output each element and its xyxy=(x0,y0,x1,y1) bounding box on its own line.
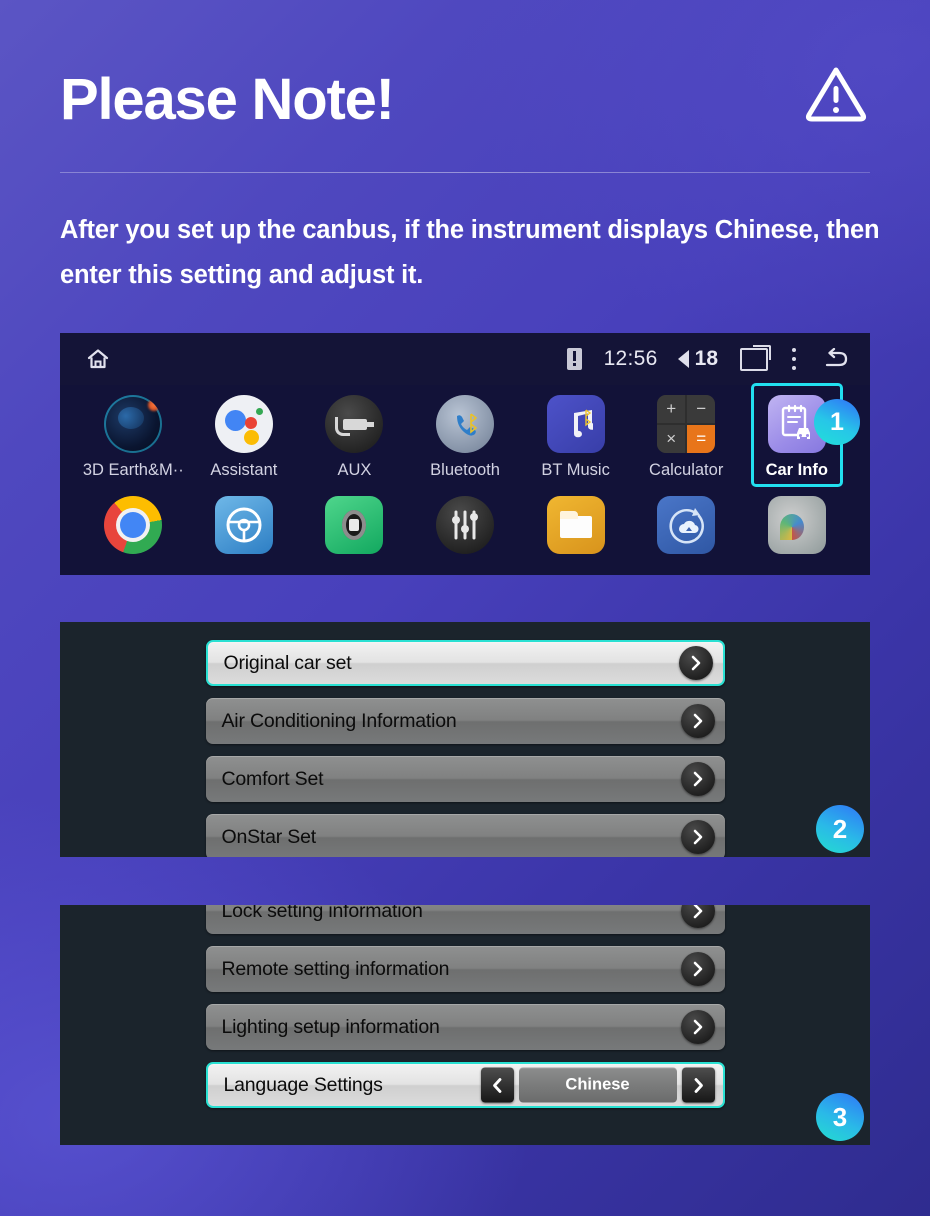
app-steering[interactable] xyxy=(189,496,300,554)
app-cloud-sync[interactable] xyxy=(631,496,742,554)
app-row-1: 3D Earth&M·· Assistant AUX Bluetooth BT … xyxy=(60,383,870,487)
file-manager-icon xyxy=(546,496,605,554)
dvr-camera-icon xyxy=(325,496,384,554)
row-label: Lighting setup information xyxy=(221,1015,440,1038)
aux-plug-icon xyxy=(325,395,384,453)
page-root: Please Note! After you set up the canbus… xyxy=(0,0,930,1216)
settings-row-language-settings[interactable]: Language Settings Chinese xyxy=(205,1062,725,1108)
app-label: 3D Earth&M·· xyxy=(82,461,184,479)
settings-row-air-conditioning[interactable]: Air Conditioning Information xyxy=(205,698,725,744)
app-assistant[interactable]: Assistant xyxy=(189,395,300,480)
step-badge-1: 1 xyxy=(814,399,860,445)
equalizer-icon xyxy=(436,496,495,554)
chevron-right-icon[interactable] xyxy=(680,820,715,854)
app-bluetooth[interactable]: Bluetooth xyxy=(410,395,521,480)
settings-list-continued: Lock setting information Remote setting … xyxy=(60,905,870,1108)
cloud-sync-icon xyxy=(657,496,716,554)
settings-row-comfort-set[interactable]: Comfort Set xyxy=(205,756,725,802)
screenshot-home-screen: 12:56 18 3D Earth&M·· Assistant AUX Blue… xyxy=(60,333,870,575)
row-label: Remote setting information xyxy=(221,957,450,980)
language-stepper: Chinese xyxy=(480,1067,715,1103)
app-file-manager[interactable] xyxy=(520,496,631,554)
chevron-right-icon[interactable] xyxy=(680,905,715,928)
settings-row-lock-setting[interactable]: Lock setting information xyxy=(205,905,725,934)
row-label: OnStar Set xyxy=(221,825,317,848)
chevron-right-icon[interactable] xyxy=(681,1067,715,1103)
status-bar-right-cluster: 12:56 18 xyxy=(566,333,850,385)
app-label: Calculator xyxy=(649,461,724,479)
settings-row-original-car-set[interactable]: Original car set xyxy=(205,640,725,686)
app-3d-earth[interactable]: 3D Earth&M·· xyxy=(78,395,189,480)
header-divider xyxy=(60,172,870,173)
chevron-left-icon[interactable] xyxy=(480,1067,514,1103)
row-label: Lock setting information xyxy=(221,905,423,922)
steering-wheel-icon xyxy=(214,496,273,554)
row-label: Language Settings xyxy=(223,1073,383,1096)
settings-list: Original car set Air Conditioning Inform… xyxy=(60,622,870,857)
app-label: Assistant xyxy=(210,461,278,479)
settings-row-onstar-set[interactable]: OnStar Set xyxy=(205,814,725,857)
warning-indicator-icon xyxy=(566,348,582,370)
bluetooth-music-icon xyxy=(546,395,605,453)
row-label: Comfort Set xyxy=(221,767,324,790)
warning-triangle-icon xyxy=(802,60,870,128)
app-dvr[interactable] xyxy=(299,496,410,554)
chevron-right-icon[interactable] xyxy=(680,1010,715,1044)
app-row-2 xyxy=(60,496,870,554)
status-bar-clock: 12:56 xyxy=(603,347,658,370)
app-chrome[interactable] xyxy=(78,496,189,554)
app-gallery[interactable] xyxy=(741,496,852,554)
page-header: Please Note! xyxy=(60,52,870,148)
overflow-menu-icon[interactable] xyxy=(792,348,796,370)
chevron-right-icon[interactable] xyxy=(680,952,715,986)
chevron-right-icon[interactable] xyxy=(680,704,715,738)
app-bt-music[interactable]: BT Music xyxy=(520,395,631,480)
row-label: Original car set xyxy=(223,651,352,674)
note-body-text: After you set up the canbus, if the inst… xyxy=(60,216,880,289)
earth-app-icon xyxy=(104,395,163,453)
gallery-icon xyxy=(767,496,826,554)
app-label: Bluetooth xyxy=(430,461,500,479)
app-grid: 3D Earth&M·· Assistant AUX Bluetooth BT … xyxy=(60,383,870,554)
screenshot-language-settings: Lock setting information Remote setting … xyxy=(60,905,870,1145)
recent-apps-icon[interactable] xyxy=(740,344,771,371)
bluetooth-phone-icon xyxy=(436,395,495,453)
page-title: Please Note! xyxy=(60,67,395,132)
app-label: AUX xyxy=(337,461,372,479)
app-label: BT Music xyxy=(541,461,610,479)
volume-level: 18 xyxy=(694,347,718,370)
home-icon[interactable] xyxy=(84,345,112,373)
language-value: Chinese xyxy=(518,1067,677,1103)
app-aux[interactable]: AUX xyxy=(299,395,410,480)
calculator-icon: + − × = xyxy=(657,395,716,453)
chevron-right-icon[interactable] xyxy=(678,646,713,680)
step-badge-2: 2 xyxy=(816,805,864,853)
app-equalizer[interactable] xyxy=(410,496,521,554)
speaker-icon xyxy=(677,350,689,368)
row-label: Air Conditioning Information xyxy=(221,709,457,732)
chrome-browser-icon xyxy=(104,496,163,554)
android-status-bar: 12:56 18 xyxy=(60,333,870,385)
back-arrow-icon[interactable] xyxy=(822,347,850,370)
chevron-right-icon[interactable] xyxy=(680,762,715,796)
app-calculator[interactable]: + − × = Calculator xyxy=(631,395,742,480)
step-badge-3: 3 xyxy=(816,1093,864,1141)
settings-row-lighting-setup[interactable]: Lighting setup information xyxy=(205,1004,725,1050)
google-assistant-icon xyxy=(214,395,273,453)
settings-row-remote-setting[interactable]: Remote setting information xyxy=(205,946,725,992)
screenshot-car-settings-list: Original car set Air Conditioning Inform… xyxy=(60,622,870,857)
